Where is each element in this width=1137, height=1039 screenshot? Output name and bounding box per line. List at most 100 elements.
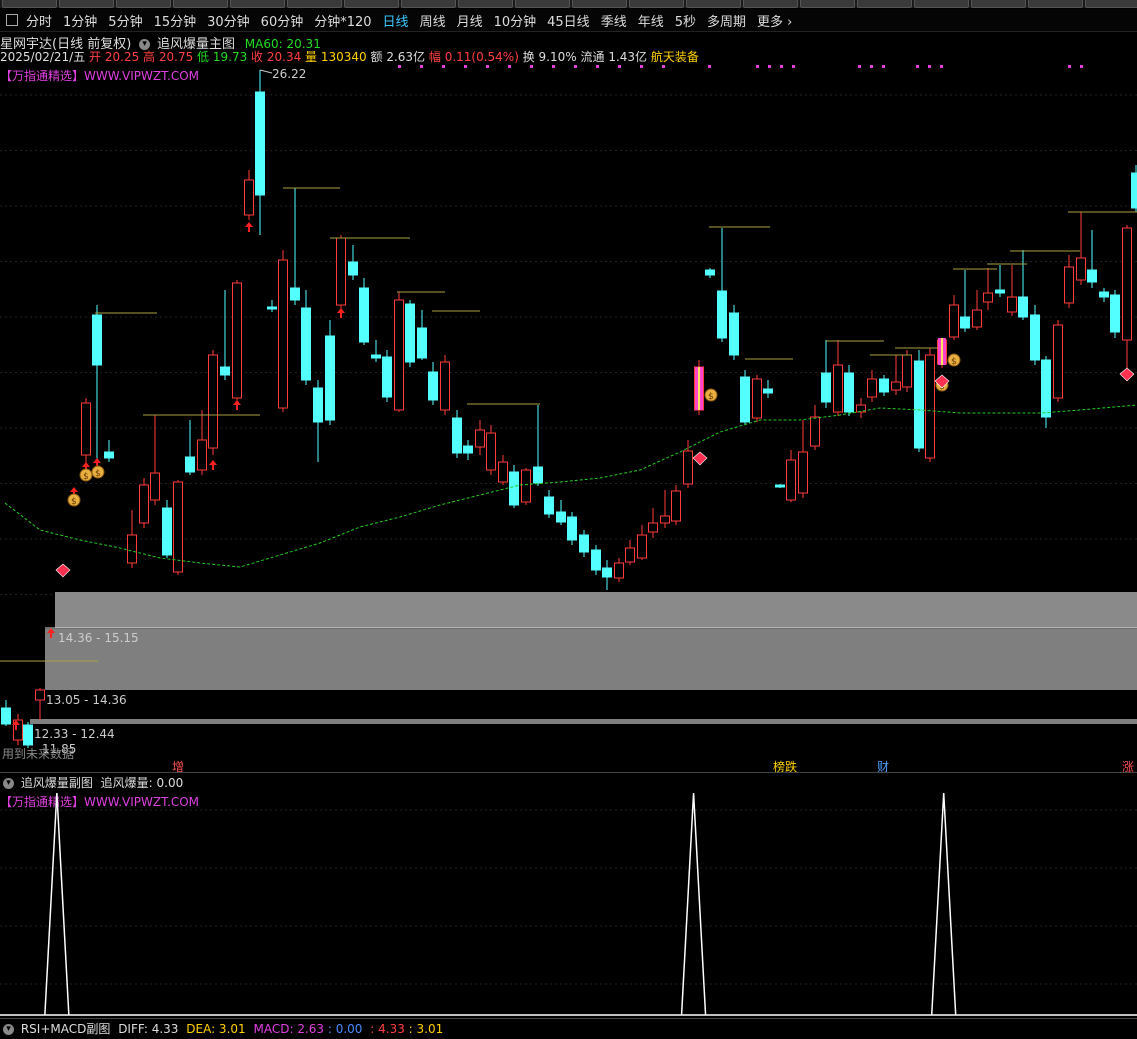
- candle-body: [278, 259, 288, 409]
- period-item[interactable]: 月线: [457, 11, 483, 30]
- candle-body: [752, 378, 762, 419]
- candle-body: [660, 515, 670, 524]
- toolbar-button[interactable]: [1028, 0, 1083, 8]
- period-item[interactable]: 5分钟: [108, 11, 142, 30]
- highlight-bar-core: [941, 338, 943, 365]
- period-item[interactable]: 1分钟: [63, 11, 97, 30]
- candle-body: [371, 354, 381, 359]
- money-bag-glyph: $: [71, 497, 77, 507]
- candle-body: [486, 432, 496, 471]
- toolbar-button[interactable]: [59, 0, 114, 8]
- candle-body: [498, 461, 508, 483]
- layout-icon[interactable]: [6, 14, 18, 26]
- toolbar-button[interactable]: [1085, 0, 1137, 8]
- candle-body: [325, 335, 335, 421]
- period-item[interactable]: 45日线: [547, 11, 590, 30]
- toolbar-button[interactable]: [971, 0, 1026, 8]
- toolbar-button[interactable]: [2, 0, 57, 8]
- toolbar-button[interactable]: [287, 0, 342, 8]
- macd-v2: : 4.33: [370, 1022, 405, 1036]
- candle-body: [925, 354, 935, 459]
- signal-dot: [662, 65, 665, 68]
- period-bar: 分时 1分钟 5分钟 15分钟 30分钟 60分钟 分钟*120 日线 周线 月线 10分钟 45日线…: [0, 9, 1137, 32]
- toolbar-button[interactable]: [344, 0, 399, 8]
- main-chart[interactable]: $$$$$$: [0, 62, 1137, 762]
- candle-body: [798, 451, 808, 494]
- candle-body: [1053, 324, 1063, 399]
- period-item[interactable]: 分钟*120: [314, 11, 371, 30]
- up-arrow-icon: [245, 222, 253, 232]
- candle-body: [1007, 296, 1017, 313]
- signal-dot: [574, 65, 577, 68]
- period-item[interactable]: 10分钟: [494, 11, 537, 30]
- chevron-down-icon[interactable]: ▾: [3, 1024, 14, 1035]
- candle-body: [763, 388, 773, 394]
- period-item[interactable]: 分时: [26, 11, 52, 30]
- candle-body: [162, 507, 172, 556]
- toolbar-button[interactable]: [914, 0, 969, 8]
- candle-body: [220, 366, 230, 376]
- toolbar-button[interactable]: [743, 0, 798, 8]
- period-item[interactable]: 日线: [383, 11, 409, 30]
- sub-chart[interactable]: [0, 788, 1137, 1018]
- toolbar-button[interactable]: [629, 0, 684, 8]
- candle-body: [1087, 269, 1097, 283]
- high-price-label: 26.22: [272, 67, 307, 81]
- signal-dot: [596, 65, 599, 68]
- candle-body: [35, 689, 45, 701]
- zone-label-2: 13.05 - 14.36: [46, 693, 127, 707]
- candle-body: [614, 562, 624, 579]
- candle-body: [1131, 172, 1137, 209]
- signal-dot: [486, 65, 489, 68]
- candle-body: [983, 292, 993, 303]
- candle-body: [23, 724, 33, 746]
- candle-body: [1041, 359, 1051, 418]
- money-bag-glyph: $: [95, 469, 101, 479]
- future-data-note: 用到未来数据: [2, 747, 75, 761]
- candle-body: [786, 459, 796, 501]
- toolbar-button[interactable]: [401, 0, 456, 8]
- gem-icon: [55, 563, 71, 578]
- period-item[interactable]: 多周期: [707, 11, 746, 30]
- toolbar-button[interactable]: [173, 0, 228, 8]
- candle-body: [521, 469, 531, 503]
- toolbar-button[interactable]: [800, 0, 855, 8]
- candle-body: [428, 371, 438, 401]
- candle-body: [1110, 294, 1120, 333]
- candle-body: [208, 354, 218, 449]
- money-bag-glyph: $: [951, 357, 957, 367]
- diff-value: DIFF: 4.33: [118, 1022, 179, 1036]
- candle-body: [740, 376, 750, 423]
- toolbar-button[interactable]: [572, 0, 627, 8]
- candle-body: [475, 429, 485, 448]
- candle-body: [833, 364, 843, 413]
- signal-dot: [870, 65, 873, 68]
- candle-body: [567, 516, 577, 541]
- candle-body: [867, 378, 877, 398]
- toolbar-button[interactable]: [857, 0, 912, 8]
- toolbar-button[interactable]: [515, 0, 570, 8]
- period-item[interactable]: 30分钟: [207, 11, 250, 30]
- signal-dot: [442, 65, 445, 68]
- toolbar-button[interactable]: [686, 0, 741, 8]
- gem-icon: [1119, 367, 1135, 382]
- candle-body: [81, 402, 91, 456]
- toolbar-button[interactable]: [230, 0, 285, 8]
- period-item[interactable]: 年线: [638, 11, 664, 30]
- high-marker: [259, 69, 273, 74]
- period-item[interactable]: 60分钟: [261, 11, 304, 30]
- toolbar-button[interactable]: [116, 0, 171, 8]
- candle-body: [960, 316, 970, 329]
- period-item[interactable]: 周线: [420, 11, 446, 30]
- macd-title[interactable]: RSI+MACD副图: [21, 1022, 111, 1036]
- period-item[interactable]: 更多 ›: [757, 11, 792, 30]
- period-item[interactable]: 季线: [601, 11, 627, 30]
- up-arrow-icon: [233, 400, 241, 410]
- candle-body: [104, 451, 114, 459]
- candle-body: [313, 387, 323, 423]
- signal-dot: [792, 65, 795, 68]
- period-item[interactable]: 15分钟: [154, 11, 197, 30]
- candle-body: [336, 237, 346, 306]
- period-item[interactable]: 5秒: [675, 11, 696, 30]
- toolbar-button[interactable]: [458, 0, 513, 8]
